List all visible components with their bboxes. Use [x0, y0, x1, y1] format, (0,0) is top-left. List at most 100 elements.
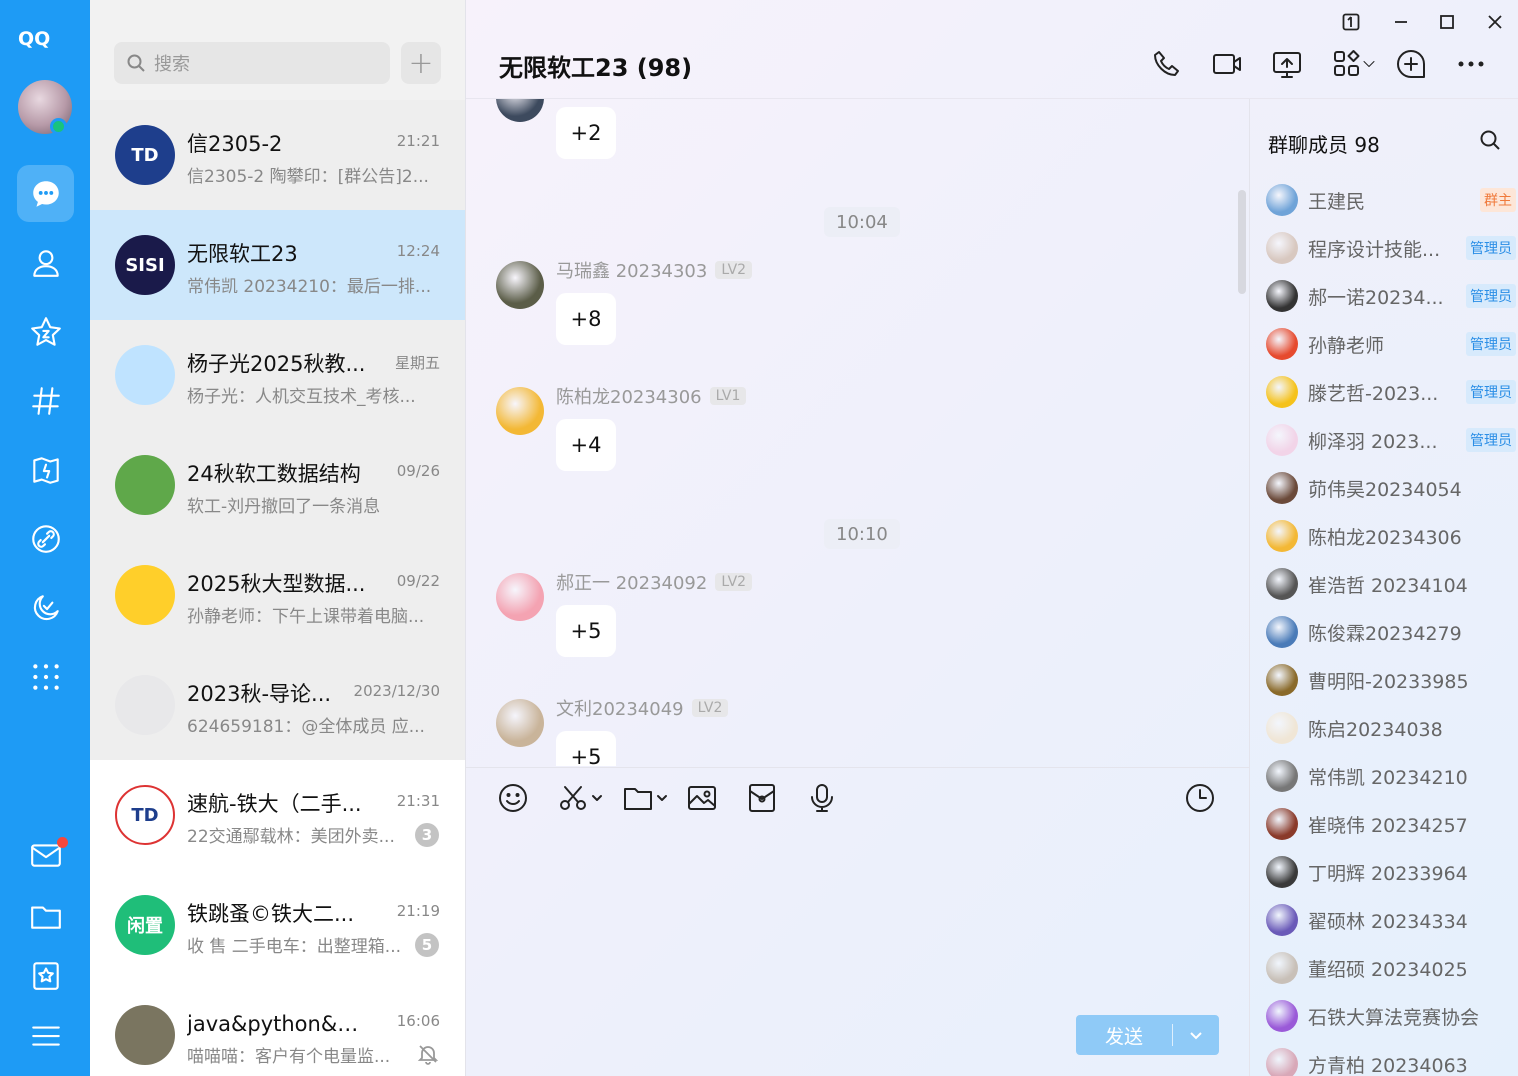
member-name: 常伟凯 20234210 — [1308, 766, 1468, 789]
unread-dot-icon — [57, 837, 68, 848]
chat-scrollbar[interactable] — [1238, 190, 1246, 294]
member-item[interactable]: 郝一诺20234... 管理员 — [1266, 277, 1516, 315]
conversation-item[interactable]: TD 速航-铁大（二手... 21:31 22交通鄢载林：美团外卖... 3 — [90, 760, 465, 870]
logo-text: QQ — [18, 28, 51, 50]
member-item[interactable]: 陈俊霖20234279 — [1266, 613, 1516, 651]
conversation-item[interactable]: 闲置 铁跳蚤©铁大二... 21:19 收 售 二手电车：出整理箱... 5 — [90, 870, 465, 980]
message-bubble[interactable]: +4 — [556, 419, 616, 471]
history-clock-icon[interactable] — [1184, 780, 1216, 816]
image-icon[interactable] — [686, 780, 718, 816]
message-bubble[interactable]: +8 — [556, 293, 616, 345]
member-search-icon[interactable] — [1479, 129, 1503, 153]
contacts-icon[interactable] — [17, 234, 74, 291]
add-button[interactable]: + — [401, 42, 441, 84]
star-icon[interactable] — [17, 303, 74, 360]
sender-avatar[interactable] — [496, 99, 544, 122]
member-item[interactable]: 滕艺哲-2023... 管理员 — [1266, 373, 1516, 411]
conversation-item[interactable]: SISI 无限软工23 12:24 常伟凯 20234210：最后一排... — [90, 210, 465, 320]
member-item[interactable]: 陈启20234038 — [1266, 709, 1516, 747]
screen-share-icon[interactable] — [1268, 45, 1306, 83]
message-bubble[interactable]: +2 — [556, 107, 616, 159]
member-item[interactable]: 陈柏龙20234306 — [1266, 517, 1516, 555]
channel-icon[interactable] — [17, 372, 74, 429]
member-item[interactable]: 程序设计技能... 管理员 — [1266, 229, 1516, 267]
conversation-time: 21:31 — [396, 792, 440, 810]
conversation-item[interactable]: 杨子光2025秋教... 星期五 杨子光：人机交互技术_考核... — [90, 320, 465, 430]
send-options-icon[interactable] — [1173, 1027, 1219, 1043]
member-avatar — [1266, 904, 1298, 936]
conversation-name: 无限软工23 — [187, 242, 298, 266]
conversation-name: 2023秋-导论... — [187, 682, 332, 706]
conversation-item[interactable]: 2025秋大型数据... 09/22 孙静老师：下午上课带着电脑... — [90, 540, 465, 650]
member-item[interactable]: 孙静老师 管理员 — [1266, 325, 1516, 363]
member-item[interactable]: 丁明辉 20233964 — [1266, 853, 1516, 891]
link-icon[interactable] — [17, 510, 74, 567]
conversation-name: 24秋软工数据结构 — [187, 462, 361, 486]
member-name: 曹明阳-20233985 — [1308, 670, 1469, 693]
member-avatar — [1266, 280, 1298, 312]
member-item[interactable]: 董绍硕 20234025 — [1266, 949, 1516, 987]
chevron-down-icon[interactable] — [1359, 45, 1379, 83]
video-call-icon[interactable] — [1208, 45, 1246, 83]
conversation-preview: 软工-刘丹撤回了一条消息 — [187, 497, 381, 517]
member-item[interactable]: 茆伟昊20234054 — [1266, 469, 1516, 507]
apps-icon[interactable] — [17, 648, 74, 705]
conversation-item[interactable]: java&python&互... 16:06 喵喵喵：客户有个电量监... — [90, 980, 465, 1076]
message-bubble[interactable]: +5 — [556, 605, 616, 657]
sender-avatar[interactable] — [496, 387, 544, 435]
member-avatar — [1266, 424, 1298, 456]
favorites-icon[interactable] — [17, 947, 74, 1004]
member-avatar — [1266, 520, 1298, 552]
member-item[interactable]: 柳泽羽 2023... 管理员 — [1266, 421, 1516, 459]
screenshot-chevron-icon[interactable] — [591, 792, 603, 804]
conversation-item[interactable]: TD 信2305-2 21:21 信2305-2 陶攀印：[群公告]2... — [90, 100, 465, 210]
conversation-item[interactable]: 2023秋-导论... 2023/12/30 624659181：@全体成员 应..… — [90, 650, 465, 760]
member-item[interactable]: 常伟凯 20234210 — [1266, 757, 1516, 795]
conversation-name: java&python&互... — [187, 1012, 377, 1036]
red-packet-icon[interactable] — [746, 780, 778, 816]
sender-avatar[interactable] — [496, 573, 544, 621]
member-item[interactable]: 崔晓伟 20234257 — [1266, 805, 1516, 843]
emoji-icon[interactable] — [497, 780, 529, 816]
minimize-icon[interactable] — [1389, 10, 1413, 34]
timestamp: 10:10 — [824, 519, 900, 549]
menu-icon[interactable] — [17, 1007, 74, 1064]
phone-icon[interactable] — [1148, 45, 1186, 83]
file-chevron-icon[interactable] — [656, 792, 668, 804]
conversation-time: 09/22 — [396, 572, 440, 590]
member-name: 陈柏龙20234306 — [1308, 526, 1462, 549]
message-area[interactable]: +2 10:04 马瑞鑫 20234303 LV2 +8 陈柏龙20234306 LV1 +4… — [466, 99, 1249, 766]
member-item[interactable]: 王建民 群主 — [1266, 181, 1516, 219]
pin-window-icon[interactable] — [1339, 10, 1363, 34]
file-icon[interactable] — [622, 780, 668, 816]
message-bubble[interactable]: +5 — [556, 731, 616, 766]
game-icon[interactable] — [17, 441, 74, 498]
sender-name: 文利20234049 LV2 — [556, 695, 729, 721]
screenshot-icon[interactable] — [557, 780, 603, 816]
search-icon — [127, 54, 145, 72]
member-item[interactable]: 石铁大算法竞赛协会 — [1266, 997, 1516, 1035]
search-input[interactable]: 搜索 — [114, 42, 390, 84]
member-name: 程序设计技能... — [1308, 238, 1441, 261]
member-item[interactable]: 曹明阳-20233985 — [1266, 661, 1516, 699]
conversation-item[interactable]: 24秋软工数据结构 09/26 软工-刘丹撤回了一条消息 — [90, 430, 465, 540]
member-item[interactable]: 崔浩哲 20234104 — [1266, 565, 1516, 603]
microphone-icon[interactable] — [806, 780, 838, 816]
conversation-time: 21:21 — [396, 132, 440, 150]
message-icon[interactable] — [17, 165, 74, 222]
more-icon[interactable] — [1452, 45, 1490, 83]
mail-icon[interactable] — [17, 826, 74, 883]
conversation-name: 信2305-2 — [187, 132, 283, 156]
member-avatar — [1266, 952, 1298, 984]
send-button[interactable]: 发送 — [1076, 1015, 1219, 1055]
conversation-avatar — [115, 1005, 175, 1065]
add-member-icon[interactable] — [1392, 45, 1430, 83]
sender-avatar[interactable] — [496, 699, 544, 747]
member-item[interactable]: 方青柏 20234063 — [1266, 1045, 1516, 1076]
moon-icon[interactable] — [17, 579, 74, 636]
maximize-icon[interactable] — [1435, 10, 1459, 34]
folder-icon[interactable] — [17, 887, 74, 944]
close-icon[interactable] — [1483, 10, 1507, 34]
sender-avatar[interactable] — [496, 261, 544, 309]
member-item[interactable]: 翟硕林 20234334 — [1266, 901, 1516, 939]
